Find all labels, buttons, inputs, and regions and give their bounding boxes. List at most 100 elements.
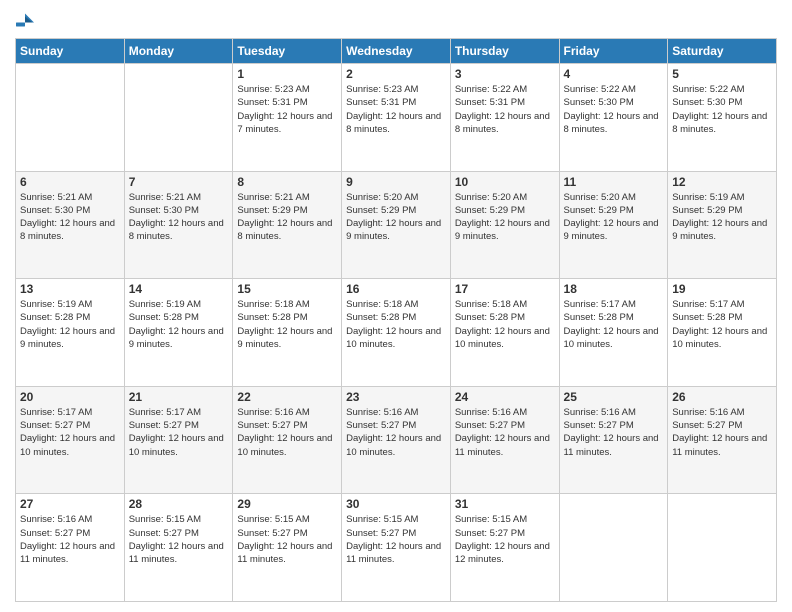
- day-info: Sunrise: 5:18 AM Sunset: 5:28 PM Dayligh…: [346, 298, 446, 351]
- calendar-cell: 14 Sunrise: 5:19 AM Sunset: 5:28 PM Dayli…: [124, 279, 233, 387]
- day-number: 28: [129, 497, 229, 511]
- day-info: Sunrise: 5:16 AM Sunset: 5:27 PM Dayligh…: [237, 406, 337, 459]
- day-info: Sunrise: 5:18 AM Sunset: 5:28 PM Dayligh…: [237, 298, 337, 351]
- calendar-cell: [124, 64, 233, 172]
- day-number: 30: [346, 497, 446, 511]
- calendar-cell: 5Sunrise: 5:22 AM Sunset: 5:30 PM Daylig…: [668, 64, 777, 172]
- day-number: 2: [346, 67, 446, 81]
- day-info: Sunrise: 5:23 AM Sunset: 5:31 PM Dayligh…: [237, 83, 337, 136]
- day-info: Sunrise: 5:22 AM Sunset: 5:30 PM Dayligh…: [672, 83, 772, 136]
- day-info: Sunrise: 5:15 AM Sunset: 5:27 PM Dayligh…: [129, 513, 229, 566]
- day-number: 14: [129, 282, 229, 296]
- day-number: 18: [564, 282, 664, 296]
- day-number: 17: [455, 282, 555, 296]
- page: SundayMondayTuesdayWednesdayThursdayFrid…: [0, 0, 792, 612]
- calendar-week-row: 20 Sunrise: 5:17 AM Sunset: 5:27 PM Dayli…: [16, 386, 777, 494]
- calendar-cell: [16, 64, 125, 172]
- day-info: Sunrise: 5:21 AM Sunset: 5:30 PM Dayligh…: [20, 191, 120, 244]
- day-info: Sunrise: 5:16 AM Sunset: 5:27 PM Dayligh…: [455, 406, 555, 459]
- day-number: 21: [129, 390, 229, 404]
- calendar-cell: [668, 494, 777, 602]
- calendar-cell: 29 Sunrise: 5:15 AM Sunset: 5:27 PM Dayli…: [233, 494, 342, 602]
- calendar-cell: 20 Sunrise: 5:17 AM Sunset: 5:27 PM Dayli…: [16, 386, 125, 494]
- day-number: 25: [564, 390, 664, 404]
- calendar-body: 1 Sunrise: 5:23 AM Sunset: 5:31 PM Daylig…: [16, 64, 777, 602]
- calendar-week-row: 27 Sunrise: 5:16 AM Sunset: 5:27 PM Dayli…: [16, 494, 777, 602]
- day-info: Sunrise: 5:20 AM Sunset: 5:29 PM Dayligh…: [455, 191, 555, 244]
- calendar-cell: 11 Sunrise: 5:20 AM Sunset: 5:29 PM Dayli…: [559, 171, 668, 279]
- day-number: 15: [237, 282, 337, 296]
- day-number: 20: [20, 390, 120, 404]
- header: [15, 10, 777, 30]
- day-info: Sunrise: 5:18 AM Sunset: 5:28 PM Dayligh…: [455, 298, 555, 351]
- day-info: Sunrise: 5:22 AM Sunset: 5:31 PM Dayligh…: [455, 83, 555, 136]
- day-number: 1: [237, 67, 337, 81]
- calendar-cell: 22 Sunrise: 5:16 AM Sunset: 5:27 PM Dayli…: [233, 386, 342, 494]
- day-info: Sunrise: 5:17 AM Sunset: 5:28 PM Dayligh…: [672, 298, 772, 351]
- day-info: Sunrise: 5:20 AM Sunset: 5:29 PM Dayligh…: [564, 191, 664, 244]
- calendar-cell: 6 Sunrise: 5:21 AM Sunset: 5:30 PM Daylig…: [16, 171, 125, 279]
- day-number: 27: [20, 497, 120, 511]
- day-number: 13: [20, 282, 120, 296]
- day-info: Sunrise: 5:15 AM Sunset: 5:27 PM Dayligh…: [237, 513, 337, 566]
- calendar-header: SundayMondayTuesdayWednesdayThursdayFrid…: [16, 39, 777, 64]
- day-number: 4: [564, 67, 664, 81]
- day-info: Sunrise: 5:21 AM Sunset: 5:30 PM Dayligh…: [129, 191, 229, 244]
- day-number: 7: [129, 175, 229, 189]
- day-info: Sunrise: 5:21 AM Sunset: 5:29 PM Dayligh…: [237, 191, 337, 244]
- calendar-cell: 17 Sunrise: 5:18 AM Sunset: 5:28 PM Dayli…: [450, 279, 559, 387]
- calendar-cell: 12 Sunrise: 5:19 AM Sunset: 5:29 PM Dayli…: [668, 171, 777, 279]
- day-number: 10: [455, 175, 555, 189]
- day-info: Sunrise: 5:19 AM Sunset: 5:29 PM Dayligh…: [672, 191, 772, 244]
- calendar-cell: 4 Sunrise: 5:22 AM Sunset: 5:30 PM Daylig…: [559, 64, 668, 172]
- day-number: 31: [455, 497, 555, 511]
- day-info: Sunrise: 5:16 AM Sunset: 5:27 PM Dayligh…: [20, 513, 120, 566]
- calendar-cell: 15 Sunrise: 5:18 AM Sunset: 5:28 PM Dayli…: [233, 279, 342, 387]
- day-info: Sunrise: 5:17 AM Sunset: 5:27 PM Dayligh…: [20, 406, 120, 459]
- calendar-cell: 10 Sunrise: 5:20 AM Sunset: 5:29 PM Dayli…: [450, 171, 559, 279]
- calendar-week-row: 6 Sunrise: 5:21 AM Sunset: 5:30 PM Daylig…: [16, 171, 777, 279]
- calendar-cell: 21 Sunrise: 5:17 AM Sunset: 5:27 PM Dayli…: [124, 386, 233, 494]
- day-number: 22: [237, 390, 337, 404]
- day-number: 8: [237, 175, 337, 189]
- calendar-cell: 2 Sunrise: 5:23 AM Sunset: 5:31 PM Daylig…: [342, 64, 451, 172]
- day-info: Sunrise: 5:19 AM Sunset: 5:28 PM Dayligh…: [20, 298, 120, 351]
- calendar-cell: 18 Sunrise: 5:17 AM Sunset: 5:28 PM Dayli…: [559, 279, 668, 387]
- logo-text: [15, 10, 39, 30]
- calendar-cell: 27 Sunrise: 5:16 AM Sunset: 5:27 PM Dayli…: [16, 494, 125, 602]
- day-info: Sunrise: 5:23 AM Sunset: 5:31 PM Dayligh…: [346, 83, 446, 136]
- weekday-header: Sunday: [16, 39, 125, 64]
- day-info: Sunrise: 5:17 AM Sunset: 5:28 PM Dayligh…: [564, 298, 664, 351]
- day-number: 19: [672, 282, 772, 296]
- day-number: 16: [346, 282, 446, 296]
- calendar-cell: 23Sunrise: 5:16 AM Sunset: 5:27 PM Dayli…: [342, 386, 451, 494]
- calendar-cell: 28 Sunrise: 5:15 AM Sunset: 5:27 PM Dayli…: [124, 494, 233, 602]
- day-number: 11: [564, 175, 664, 189]
- calendar-cell: 8 Sunrise: 5:21 AM Sunset: 5:29 PM Daylig…: [233, 171, 342, 279]
- weekday-row: SundayMondayTuesdayWednesdayThursdayFrid…: [16, 39, 777, 64]
- day-number: 3: [455, 67, 555, 81]
- day-info: Sunrise: 5:15 AM Sunset: 5:27 PM Dayligh…: [346, 513, 446, 566]
- day-number: 9: [346, 175, 446, 189]
- day-number: 24: [455, 390, 555, 404]
- day-info: Sunrise: 5:20 AM Sunset: 5:29 PM Dayligh…: [346, 191, 446, 244]
- logo-icon: [15, 10, 35, 30]
- day-info: Sunrise: 5:22 AM Sunset: 5:30 PM Dayligh…: [564, 83, 664, 136]
- day-info: Sunrise: 5:17 AM Sunset: 5:27 PM Dayligh…: [129, 406, 229, 459]
- day-number: 6: [20, 175, 120, 189]
- day-number: 29: [237, 497, 337, 511]
- day-info: Sunrise: 5:19 AM Sunset: 5:28 PM Dayligh…: [129, 298, 229, 351]
- day-number: 26: [672, 390, 772, 404]
- day-info: Sunrise: 5:16 AM Sunset: 5:27 PM Dayligh…: [672, 406, 772, 459]
- day-number: 23: [346, 390, 446, 404]
- weekday-header: Saturday: [668, 39, 777, 64]
- calendar-cell: 26 Sunrise: 5:16 AM Sunset: 5:27 PM Dayli…: [668, 386, 777, 494]
- calendar-cell: 7 Sunrise: 5:21 AM Sunset: 5:30 PM Daylig…: [124, 171, 233, 279]
- calendar-week-row: 1 Sunrise: 5:23 AM Sunset: 5:31 PM Daylig…: [16, 64, 777, 172]
- day-number: 12: [672, 175, 772, 189]
- day-info: Sunrise: 5:16 AM Sunset: 5:27 PM Dayligh…: [564, 406, 664, 459]
- calendar-cell: 13 Sunrise: 5:19 AM Sunset: 5:28 PM Dayli…: [16, 279, 125, 387]
- weekday-header: Friday: [559, 39, 668, 64]
- weekday-header: Thursday: [450, 39, 559, 64]
- calendar-cell: 9 Sunrise: 5:20 AM Sunset: 5:29 PM Daylig…: [342, 171, 451, 279]
